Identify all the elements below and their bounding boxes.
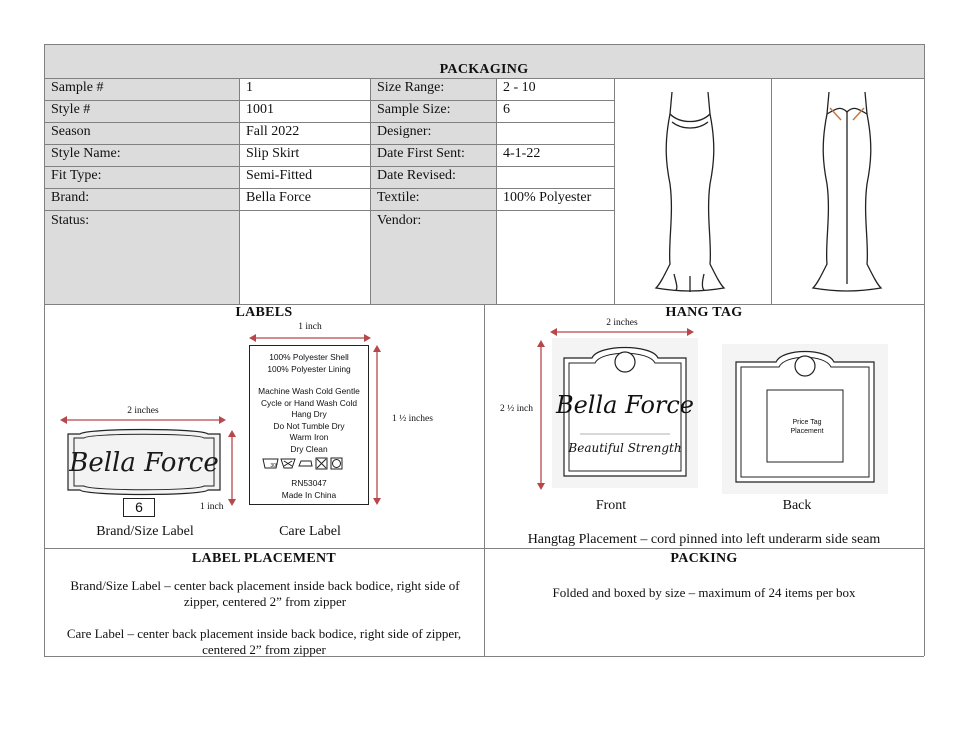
spec-label: Date First Sent:: [377, 146, 465, 161]
spec-label: Brand:: [51, 190, 90, 205]
spec-label: Sample Size:: [377, 102, 451, 117]
packing-title: PACKING: [670, 551, 738, 566]
hang-tag-front-tagline: Beautiful Strength: [568, 441, 682, 455]
care-line: Dry Clean: [290, 443, 328, 454]
spec-value: 2 - 10: [503, 80, 536, 95]
spec-value: 100% Polyester: [503, 190, 592, 205]
brand-label-height-dim: 1 inch: [200, 502, 224, 512]
hang-tag-back-caption: Back: [782, 498, 812, 513]
care-line: Do Not Tumble Dry: [273, 420, 345, 431]
spec-value: Semi-Fitted: [246, 168, 313, 183]
dress-front-sketch: [654, 91, 726, 292]
care-line: Machine Wash Cold Gentle: [258, 386, 360, 396]
hang-tag-width-dim: 2 inches: [606, 318, 638, 328]
care-rn: RN53047: [291, 478, 327, 488]
care-label-height-dim: 1 ½ inches: [392, 414, 433, 424]
care-line: 100% Polyester Shell: [269, 352, 349, 362]
spec-value: 4-1-22: [503, 146, 541, 161]
hang-tag-front-caption: Front: [595, 498, 627, 513]
care-label-caption: Care Label: [279, 524, 341, 539]
care-line: 100% Polyester Lining: [267, 363, 351, 374]
spec-label: Textile:: [377, 190, 420, 205]
spec-label: Style #: [51, 102, 91, 117]
spec-label: Status:: [51, 213, 90, 228]
care-label: 100% Polyester Shell 100% Polyester Lini…: [249, 345, 369, 505]
spec-value: Fall 2022: [246, 124, 300, 139]
spec-value: 1: [246, 80, 253, 95]
hang-tag-height-dim: 2 ½ inch: [500, 404, 533, 414]
brand-label-width-dim: 2 inches: [127, 406, 159, 416]
care-label-width-arrow: [249, 334, 371, 342]
care-line: Cycle or Hand Wash Cold: [260, 397, 358, 408]
hang-tag-height-arrow: [537, 340, 545, 490]
spec-label: Style Name:: [51, 146, 121, 161]
label-placement-title: LABEL PLACEMENT: [191, 551, 337, 566]
spec-value: Bella Force: [246, 190, 311, 205]
care-origin: Made In China: [281, 489, 337, 500]
page-title: PACKAGING: [439, 62, 529, 77]
care-wash-temp: 30°: [270, 463, 278, 469]
brand-size-value: 6: [135, 499, 143, 515]
brand-label-caption: Brand/Size Label: [96, 524, 194, 539]
hang-tag-back-text: Price Tag Placement: [790, 419, 824, 435]
packing-text: Folded and boxed by size – maximum of 24…: [552, 585, 856, 600]
spec-value: Slip Skirt: [246, 146, 300, 161]
spec-label: Designer:: [377, 124, 432, 139]
dress-back-sketch: [811, 91, 883, 292]
label-placement-care: Care Label – center back placement insid…: [66, 626, 462, 657]
spec-label: Fit Type:: [51, 168, 102, 183]
care-label-width-dim: 1 inch: [298, 322, 322, 332]
labels-title: LABELS: [235, 305, 293, 320]
hang-tag-placement-note: Hangtag Placement – cord pinned into lef…: [527, 532, 881, 547]
care-label-height-arrow: [373, 345, 381, 505]
brand-label-logo: Bella Force: [69, 448, 219, 478]
spec-value: 1001: [246, 102, 274, 117]
spec-label: Season: [51, 124, 91, 139]
brand-label-height-arrow: [228, 430, 236, 506]
spec-label: Size Range:: [377, 80, 445, 95]
care-line: Hang Dry: [291, 409, 327, 419]
spec-label: Vendor:: [377, 213, 422, 228]
hang-tag-front-logo: Bella Force: [555, 391, 695, 419]
spec-value: 6: [503, 102, 510, 117]
care-symbols: 30°: [250, 456, 368, 472]
care-line: Warm Iron: [289, 432, 329, 442]
label-placement-brand: Brand/Size Label – center back placement…: [70, 578, 460, 609]
spec-label: Sample #: [51, 80, 104, 95]
spec-label: Date Revised:: [377, 168, 456, 183]
